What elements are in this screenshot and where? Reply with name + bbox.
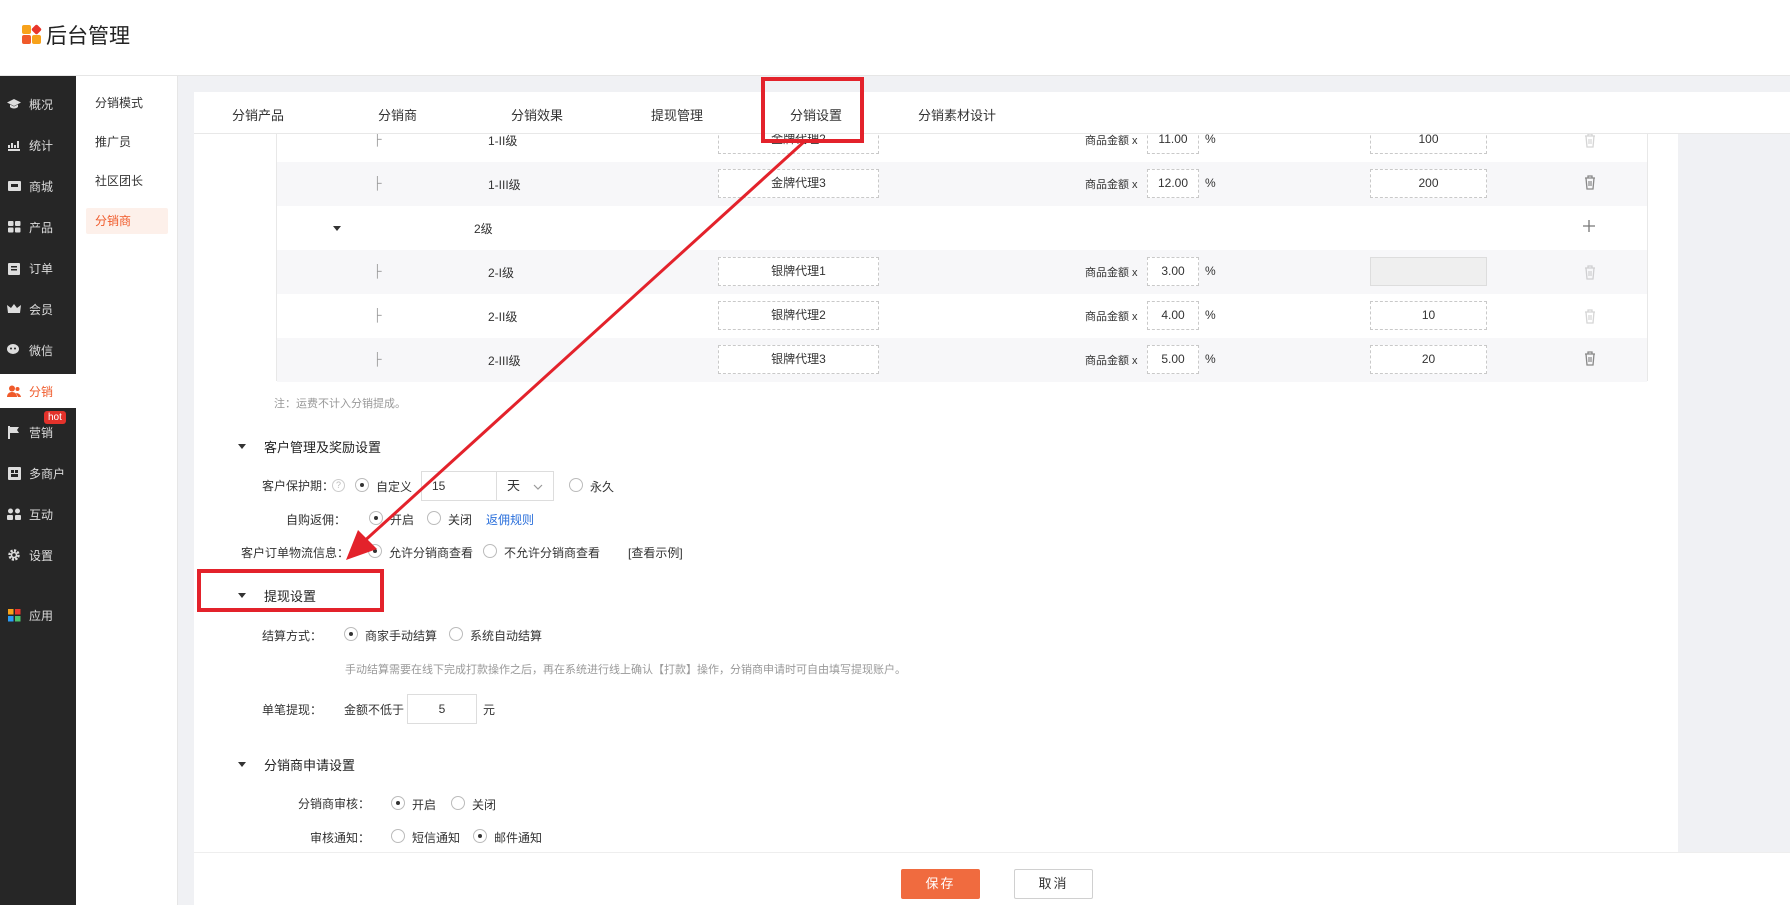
annotation-arrow: [346, 138, 808, 560]
